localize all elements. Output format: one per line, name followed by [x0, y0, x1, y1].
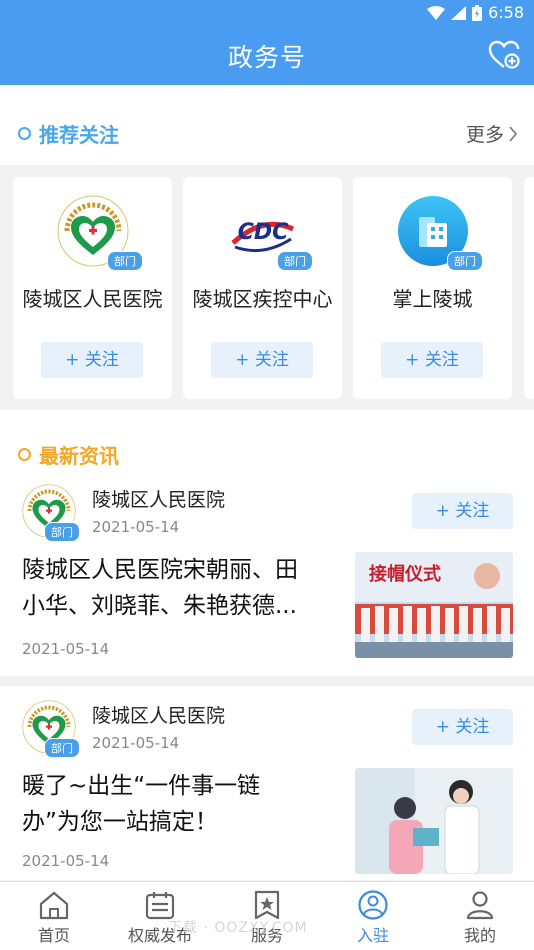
dept-badge: 部门 — [107, 251, 143, 271]
recommend-title: 推荐关注 — [39, 123, 119, 147]
thumb-text: 接帽仪式 — [369, 563, 441, 585]
dept-badge: 部门 — [44, 738, 80, 758]
bookmark-star-icon — [254, 890, 280, 920]
follow-button[interactable]: + 关注 — [41, 342, 143, 378]
watermark: 下载 · OOZXY.COM — [168, 920, 308, 936]
follow-button[interactable]: + 关注 — [412, 493, 513, 529]
list-icon — [145, 892, 175, 920]
status-time: 6:58 — [488, 3, 524, 22]
dept-badge: 部门 — [447, 251, 483, 271]
news-headline[interactable]: 暖了~出生“一件事一链 办”为您一站搞定！ — [22, 768, 338, 840]
wifi-icon — [427, 5, 446, 20]
news-date-bottom: 2021-05-14 — [22, 640, 110, 658]
recommend-card[interactable]: 部门 掌上陵城 + 关注 — [353, 177, 512, 399]
card-name: 陵城区疾控中心 — [192, 287, 333, 311]
tab-label: 首页 — [37, 926, 70, 945]
latest-section: 最新资讯 部门 陵城区人民医院 2021-05-14 + 关注 陵城区人民医院宋… — [0, 410, 534, 880]
bullet-icon — [18, 127, 31, 140]
recommend-card-partial[interactable] — [524, 177, 534, 399]
news-headline[interactable]: 陵城区人民医院宋朝丽、田 小华、刘晓菲、朱艳获德... — [22, 552, 338, 624]
bottom-tab-bar: 首页 权威发布 服务 入驻 我的 — [0, 881, 534, 950]
user-circle-icon — [358, 890, 388, 920]
tab-join[interactable]: 入驻 — [323, 890, 423, 946]
dept-badge: 部门 — [44, 522, 80, 542]
battery-icon — [472, 4, 483, 21]
news-author: 陵城区人民医院 — [92, 489, 226, 511]
thumb-text: 接帽仪式 — [369, 563, 441, 585]
headline-line: 陵城区人民医院宋朝丽、田 — [22, 557, 298, 583]
news-date-bottom: 2021-05-14 — [22, 852, 110, 870]
person-icon — [466, 891, 494, 920]
more-link[interactable]: 更多 — [466, 120, 518, 147]
news-thumbnail[interactable]: 接帽仪式 — [355, 552, 513, 658]
news-item[interactable]: 部门 陵城区人民医院 2021-05-14 + 关注 暖了~出生“一件事一链 办… — [0, 696, 534, 880]
latest-title-row: 最新资讯 — [18, 440, 119, 469]
headline-line: 小华、刘晓菲、朱艳获德... — [22, 593, 297, 619]
headline-line: 暖了~出生“一件事一链 — [22, 773, 261, 799]
app-root: 6:58 政务号 推荐关注 更多 部门 陵城区人民医院 + 关注 CDC 部门 … — [0, 0, 534, 950]
heart-plus-icon[interactable] — [488, 40, 520, 70]
home-icon — [39, 891, 69, 920]
recommend-header: 推荐关注 更多 — [0, 85, 534, 165]
tab-label: 我的 — [463, 926, 496, 945]
divider — [0, 676, 534, 686]
follow-button[interactable]: + 关注 — [381, 342, 483, 378]
news-date-top: 2021-05-14 — [92, 518, 180, 536]
news-item[interactable]: 部门 陵城区人民医院 2021-05-14 + 关注 陵城区人民医院宋朝丽、田 … — [0, 480, 534, 678]
status-icons: 6:58 — [427, 3, 524, 22]
page-title: 政务号 — [227, 43, 306, 72]
tab-label: 入驻 — [356, 926, 389, 945]
card-name: 掌上陵城 — [392, 287, 473, 311]
chevron-right-icon — [509, 125, 518, 142]
headline-line: 办”为您一站搞定！ — [22, 809, 218, 835]
recommend-title-row: 推荐关注 — [18, 119, 119, 148]
tab-mine[interactable]: 我的 — [430, 890, 530, 946]
status-bar: 6:58 — [0, 0, 534, 28]
follow-button[interactable]: + 关注 — [412, 709, 513, 745]
latest-title: 最新资讯 — [39, 444, 119, 468]
dept-badge: 部门 — [277, 251, 313, 271]
recommend-card[interactable]: 部门 陵城区人民医院 + 关注 — [13, 177, 172, 399]
recommend-cards: 部门 陵城区人民医院 + 关注 CDC 部门 陵城区疾控中心 + 关注 部门 掌… — [0, 165, 534, 410]
card-name: 陵城区人民医院 — [22, 287, 163, 311]
news-author: 陵城区人民医院 — [92, 705, 226, 727]
news-thumbnail[interactable] — [355, 768, 513, 874]
tab-home[interactable]: 首页 — [4, 890, 104, 946]
svg-text:CDC: CDC — [238, 220, 289, 245]
follow-button[interactable]: + 关注 — [211, 342, 313, 378]
signal-icon — [451, 5, 467, 20]
app-header: 政务号 — [0, 28, 534, 85]
recommend-card[interactable]: CDC 部门 陵城区疾控中心 + 关注 — [183, 177, 342, 399]
more-label: 更多 — [465, 124, 504, 146]
bullet-icon — [18, 448, 31, 461]
news-date-top: 2021-05-14 — [92, 734, 180, 752]
